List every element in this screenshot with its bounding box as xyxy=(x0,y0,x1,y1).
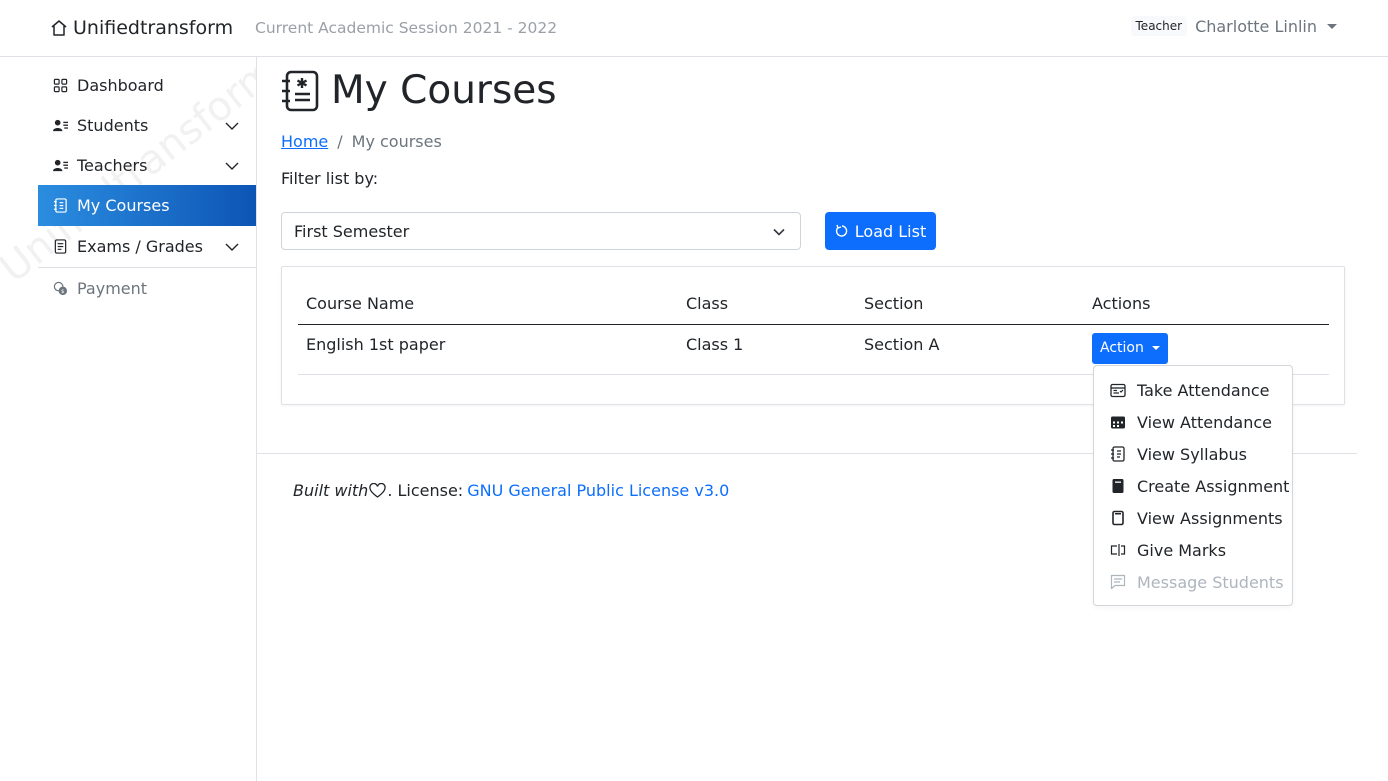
cell-course-name: English 1st paper xyxy=(298,324,678,375)
input-cursor-icon xyxy=(1110,544,1126,556)
sidebar-item-my-courses[interactable]: My Courses xyxy=(38,185,256,226)
journal-text-icon xyxy=(1111,446,1125,462)
user-menu-toggle[interactable]: Teacher Charlotte Linlin xyxy=(1130,16,1337,36)
chat-lines-icon xyxy=(1110,574,1126,590)
menu-item-message-students: Message Students xyxy=(1094,566,1292,598)
menu-item-label: View Syllabus xyxy=(1137,444,1248,464)
calendar-filled-icon xyxy=(1111,416,1125,429)
sidebar-item-label: Payment xyxy=(77,278,148,298)
footer-built-with: Built with xyxy=(293,481,369,500)
breadcrumb-home-link[interactable]: Home xyxy=(281,132,328,151)
sidebar-item-label: My Courses xyxy=(77,196,170,215)
menu-item-view-syllabus[interactable]: View Syllabus xyxy=(1094,438,1292,470)
file-filled-icon xyxy=(1112,479,1124,493)
caret-down-icon xyxy=(1151,346,1160,350)
chevron-down-icon xyxy=(225,162,239,170)
page-heading: My Courses xyxy=(331,68,557,113)
courses-table: Course Name Class Section Actions Englis… xyxy=(298,287,1329,375)
menu-item-label: View Assignments xyxy=(1137,508,1283,528)
chevron-down-icon xyxy=(773,228,785,236)
user-name: Charlotte Linlin xyxy=(1195,16,1317,36)
filter-label: Filter list by: xyxy=(281,169,379,188)
column-header-section: Section xyxy=(856,287,1084,325)
brand-link[interactable]: Unifiedtransform xyxy=(49,16,233,40)
column-header-actions: Actions xyxy=(1084,287,1329,325)
role-badge: Teacher xyxy=(1130,16,1188,36)
breadcrumb-separator: / xyxy=(337,132,343,151)
sidebar-item-students[interactable]: Students xyxy=(38,105,256,145)
page-title: My Courses xyxy=(281,68,557,113)
sidebar-item-payment[interactable]: $ Payment xyxy=(38,268,256,308)
table-header-row: Course Name Class Section Actions xyxy=(298,287,1329,325)
grid-icon xyxy=(53,78,68,92)
file-text-icon xyxy=(54,238,67,254)
footer-license-prefix: . License: xyxy=(387,481,464,500)
action-dropdown-button[interactable]: Action xyxy=(1092,332,1168,364)
semester-select[interactable]: First Semester xyxy=(281,212,801,250)
cell-section: Section A xyxy=(856,324,1084,375)
chevron-down-icon xyxy=(225,243,239,251)
sidebar-nav: Dashboard Students Teachers My Courses E… xyxy=(38,65,256,308)
sidebar-item-label: Teachers xyxy=(77,155,148,175)
footer: Built with . License: GNU General Public… xyxy=(293,481,729,500)
breadcrumb-current: My courses xyxy=(351,132,442,151)
person-lines-icon xyxy=(53,119,68,131)
menu-item-take-attendance[interactable]: Take Attendance xyxy=(1094,374,1292,406)
action-button-label: Action xyxy=(1100,340,1144,356)
menu-item-label: Message Students xyxy=(1137,572,1284,592)
menu-item-create-assignment[interactable]: Create Assignment xyxy=(1094,470,1292,502)
top-navbar: Unifiedtransform Current Academic Sessio… xyxy=(0,0,1388,57)
cell-class: Class 1 xyxy=(678,324,856,375)
refresh-icon xyxy=(835,224,848,237)
sidebar-item-teachers[interactable]: Teachers xyxy=(38,145,256,185)
calendar-check-icon xyxy=(1110,383,1126,398)
menu-item-label: Create Assignment xyxy=(1137,476,1290,496)
column-header-class: Class xyxy=(678,287,856,325)
journal-icon xyxy=(53,198,67,213)
sidebar: Unifiedtransform Dashboard Students Teac… xyxy=(0,57,257,781)
semester-select-value: First Semester xyxy=(294,221,410,241)
column-header-course-name: Course Name xyxy=(298,287,678,325)
academic-session-label: Current Academic Session 2021 - 2022 xyxy=(255,19,558,37)
license-link[interactable]: GNU General Public License v3.0 xyxy=(467,481,729,500)
menu-item-label: Take Attendance xyxy=(1137,380,1270,400)
house-icon xyxy=(51,20,67,36)
heart-icon xyxy=(369,482,386,498)
load-list-button[interactable]: Load List xyxy=(825,212,936,250)
action-dropdown-menu: Take Attendance View Attendance View Syl… xyxy=(1093,365,1293,606)
journal-medical-icon xyxy=(282,70,319,111)
coins-icon: $ xyxy=(53,281,68,295)
sidebar-item-exams-grades[interactable]: Exams / Grades xyxy=(38,226,256,266)
menu-item-label: View Attendance xyxy=(1137,412,1272,432)
brand-name: Unifiedtransform xyxy=(73,17,234,39)
breadcrumb: Home / My courses xyxy=(281,132,442,151)
sidebar-item-label: Dashboard xyxy=(77,75,164,95)
person-lines-icon xyxy=(53,159,68,171)
load-list-label: Load List xyxy=(854,221,927,241)
menu-item-view-assignments[interactable]: View Assignments xyxy=(1094,502,1292,534)
caret-down-icon xyxy=(1327,23,1337,29)
chevron-down-icon xyxy=(225,122,239,130)
menu-item-give-marks[interactable]: Give Marks xyxy=(1094,534,1292,566)
sidebar-item-label: Students xyxy=(77,115,149,135)
file-outline-icon xyxy=(1112,510,1124,526)
sidebar-item-label: Exams / Grades xyxy=(77,236,203,256)
svg-text:$: $ xyxy=(61,289,65,295)
sidebar-item-dashboard[interactable]: Dashboard xyxy=(38,65,256,105)
menu-item-view-attendance[interactable]: View Attendance xyxy=(1094,406,1292,438)
menu-item-label: Give Marks xyxy=(1137,540,1227,560)
